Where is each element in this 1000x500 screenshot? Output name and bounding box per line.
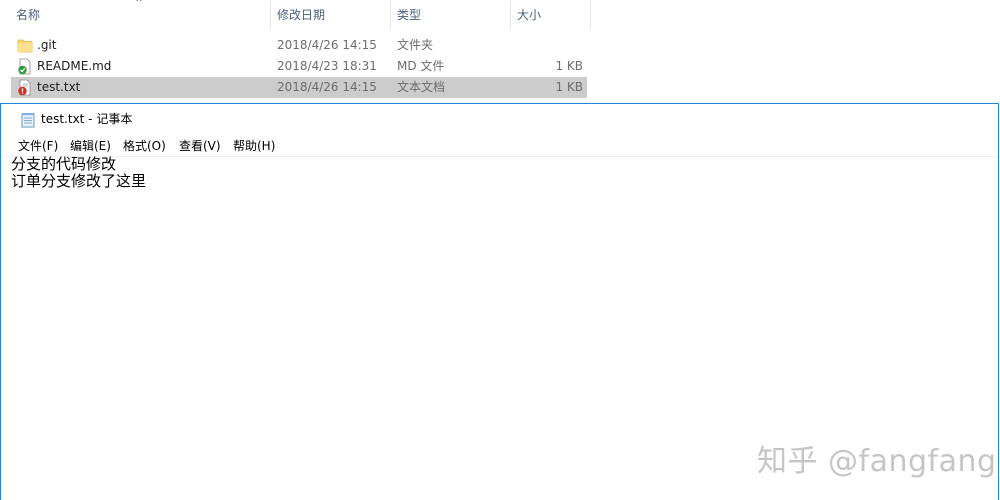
file-name: .git bbox=[37, 38, 57, 52]
git-clean-file-icon bbox=[18, 58, 31, 75]
folder-icon bbox=[17, 39, 33, 53]
git-modified-file-icon bbox=[18, 79, 31, 96]
column-header-name[interactable]: 名称 bbox=[16, 0, 40, 30]
menu-bar: 文件(F) 编辑(E) 格式(O) 查看(V) 帮助(H) bbox=[1, 134, 998, 157]
column-divider[interactable] bbox=[590, 0, 591, 30]
file-size: 1 KB bbox=[555, 59, 583, 73]
file-date: 2018/4/23 18:31 bbox=[277, 59, 377, 73]
file-type: MD 文件 bbox=[397, 59, 445, 73]
menu-file[interactable]: 文件(F) bbox=[18, 138, 58, 154]
column-header-date[interactable]: 修改日期 bbox=[277, 0, 325, 30]
file-row-git[interactable]: .git 2018/4/26 14:15 文件夹 bbox=[11, 35, 587, 56]
column-header-type[interactable]: 类型 bbox=[397, 0, 421, 30]
column-divider[interactable] bbox=[270, 0, 271, 30]
menu-help[interactable]: 帮助(H) bbox=[233, 138, 275, 154]
file-row-readme[interactable]: README.md 2018/4/23 18:31 MD 文件 1 KB bbox=[11, 56, 587, 77]
sort-ascending-icon: ⌃ bbox=[134, 0, 145, 10]
notepad-icon bbox=[21, 113, 35, 128]
file-size: 1 KB bbox=[555, 80, 583, 94]
column-divider[interactable] bbox=[510, 0, 511, 30]
file-date: 2018/4/26 14:15 bbox=[277, 80, 377, 94]
file-name: README.md bbox=[37, 59, 112, 73]
file-type: 文本文档 bbox=[397, 80, 446, 94]
window-title: test.txt - 记事本 bbox=[41, 112, 133, 126]
notepad-titlebar[interactable]: test.txt - 记事本 bbox=[1, 104, 998, 134]
menu-edit[interactable]: 编辑(E) bbox=[70, 138, 111, 154]
column-header-size[interactable]: 大小 bbox=[517, 0, 541, 30]
file-row-test-txt[interactable]: test.txt 2018/4/26 14:15 文本文档 1 KB bbox=[11, 77, 587, 98]
file-name: test.txt bbox=[37, 80, 81, 94]
text-line: 分支的代码修改 bbox=[11, 155, 117, 173]
text-line: 订单分支修改了这里 bbox=[11, 172, 147, 190]
file-type: 文件夹 bbox=[397, 38, 434, 52]
menu-format[interactable]: 格式(O) bbox=[123, 138, 166, 154]
file-explorer: 名称 ⌃ 修改日期 类型 大小 .git 2018/4/26 14:15 文件夹… bbox=[0, 0, 1000, 102]
watermark: 知乎 @fangfang bbox=[757, 444, 997, 479]
menu-view[interactable]: 查看(V) bbox=[179, 138, 221, 154]
file-date: 2018/4/26 14:15 bbox=[277, 38, 377, 52]
column-divider[interactable] bbox=[390, 0, 391, 30]
